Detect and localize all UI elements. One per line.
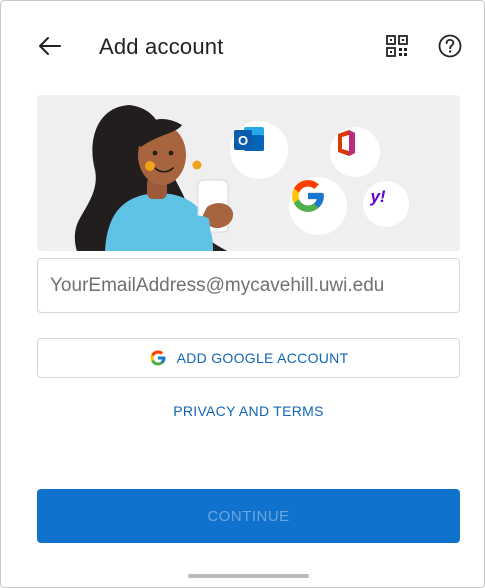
arrow-left-icon — [39, 37, 61, 55]
home-indicator[interactable] — [188, 574, 309, 578]
help-circle-icon — [438, 34, 462, 58]
continue-label: CONTINUE — [207, 507, 290, 525]
yahoo-icon: y! — [369, 187, 385, 206]
privacy-and-terms-link[interactable]: PRIVACY AND TERMS — [37, 403, 460, 419]
app-bar: Add account — [1, 1, 484, 93]
outlook-icon: O — [234, 127, 264, 151]
office-app-badge — [330, 127, 380, 177]
email-input[interactable] — [37, 258, 460, 313]
page-title: Add account — [99, 34, 224, 59]
add-google-account-button[interactable]: ADD GOOGLE ACCOUNT — [37, 338, 460, 378]
continue-button[interactable]: CONTINUE — [37, 489, 460, 543]
hero-illustration: O y! — [37, 95, 460, 251]
google-icon — [292, 180, 324, 212]
help-button[interactable] — [437, 33, 463, 59]
yahoo-app-badge: y! — [363, 181, 409, 227]
outlook-app-badge: O — [230, 121, 288, 179]
qr-code-button[interactable] — [384, 33, 410, 59]
yahoo-letters: y! — [369, 187, 385, 206]
back-button[interactable] — [35, 31, 65, 61]
google-app-badge — [289, 177, 347, 235]
qr-code-icon — [386, 35, 408, 57]
outlook-letter: O — [238, 133, 248, 148]
add-google-account-label: ADD GOOGLE ACCOUNT — [176, 350, 349, 366]
app-frame: Add account O y! YourEmailAddress@mycave… — [0, 0, 485, 588]
office-icon — [338, 130, 355, 156]
google-g-icon — [150, 350, 166, 366]
